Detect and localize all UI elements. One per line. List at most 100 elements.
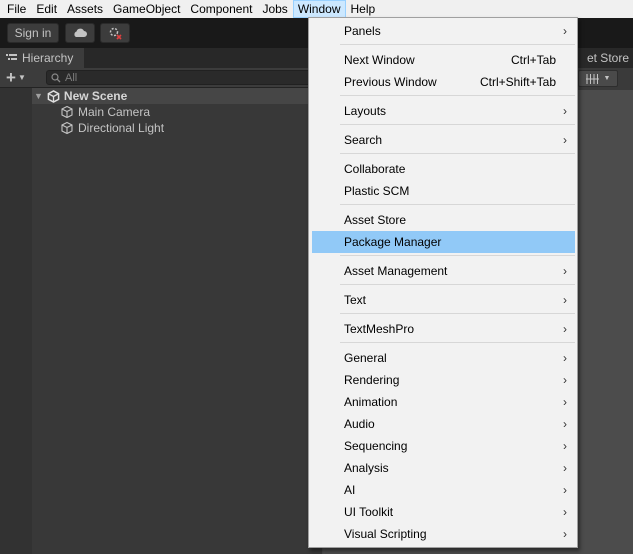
menu-item-label: Search <box>344 133 383 147</box>
menu-separator <box>340 255 575 256</box>
menu-item-label: Analysis <box>344 461 389 475</box>
chevron-right-icon: › <box>563 417 567 431</box>
menu-item-label: Layouts <box>344 104 387 118</box>
menu-separator <box>340 342 575 343</box>
cloud-icon <box>74 28 87 37</box>
tab-asset-store[interactable]: et Store <box>587 48 633 68</box>
grid-settings-button[interactable]: ▼ <box>578 70 618 87</box>
menu-item-label: Package Manager <box>344 235 442 249</box>
menu-item-plastic-scm[interactable]: Plastic SCM <box>312 180 575 202</box>
menu-item-visual-scripting[interactable]: Visual Scripting › <box>312 523 575 545</box>
menu-bar: File Edit Assets GameObject Component Jo… <box>0 0 633 18</box>
gameobject-cube-icon <box>61 121 73 135</box>
tab-hierarchy[interactable]: Hierarchy <box>0 48 84 68</box>
chevron-right-icon: › <box>563 322 567 336</box>
expand-triangle-icon[interactable]: ▼ <box>34 91 43 101</box>
unity-logo-icon <box>47 89 60 103</box>
menu-file[interactable]: File <box>0 0 31 18</box>
menu-item-general[interactable]: General › <box>312 347 575 369</box>
search-icon <box>51 72 61 82</box>
menu-item-asset-store[interactable]: Asset Store <box>312 209 575 231</box>
menu-gameobject[interactable]: GameObject <box>108 0 185 18</box>
menu-window[interactable]: Window <box>292 0 346 18</box>
hierarchy-search-input[interactable]: All <box>46 70 320 85</box>
tab-asset-store-label: et Store <box>586 51 629 65</box>
menu-item-label: Visual Scripting <box>344 527 427 541</box>
menu-item-ui-toolkit[interactable]: UI Toolkit › <box>312 501 575 523</box>
cloud-button[interactable] <box>65 23 95 43</box>
chevron-right-icon: › <box>563 264 567 278</box>
menu-item-label: AI <box>344 483 356 497</box>
chevron-right-icon: › <box>563 505 567 519</box>
hierarchy-tree: ▼ New Scene Main Camera Directional Ligh… <box>32 88 322 554</box>
collab-icon <box>109 27 122 40</box>
menu-item-ai[interactable]: AI › <box>312 479 575 501</box>
menu-item-label: Asset Management <box>344 264 448 278</box>
menu-separator <box>340 44 575 45</box>
menu-item-rendering[interactable]: Rendering › <box>312 369 575 391</box>
menu-separator <box>340 124 575 125</box>
list-icon <box>6 54 17 60</box>
menu-item-analysis[interactable]: Analysis › <box>312 457 575 479</box>
unity-editor: File Edit Assets GameObject Component Jo… <box>0 0 633 554</box>
menu-jobs[interactable]: Jobs <box>257 0 292 18</box>
menu-separator <box>340 313 575 314</box>
menu-item-label: Previous Window <box>344 75 437 89</box>
menu-item-asset-management[interactable]: Asset Management › <box>312 260 575 282</box>
menu-item-label: Collaborate <box>344 162 406 176</box>
menu-item-label: Panels <box>344 24 381 38</box>
menu-item-label: General <box>344 351 387 365</box>
tree-item-main-camera[interactable]: Main Camera <box>60 104 150 120</box>
chevron-right-icon: › <box>563 104 567 118</box>
chevron-right-icon: › <box>563 133 567 147</box>
menu-separator <box>340 95 575 96</box>
hierarchy-toolbar: + ▼ All <box>0 68 320 88</box>
chevron-right-icon: › <box>563 483 567 497</box>
menu-item-previous-window[interactable]: Previous Window Ctrl+Shift+Tab <box>312 71 575 93</box>
menu-item-label: Text <box>344 293 367 307</box>
menu-item-text[interactable]: Text › <box>312 289 575 311</box>
menu-item-label: Animation <box>344 395 398 409</box>
menu-item-textmeshpro[interactable]: TextMeshPro › <box>312 318 575 340</box>
tree-item-directional-light[interactable]: Directional Light <box>60 120 164 136</box>
menu-help[interactable]: Help <box>346 0 381 18</box>
menu-item-package-manager[interactable]: Package Manager <box>312 231 575 253</box>
menu-assets[interactable]: Assets <box>62 0 108 18</box>
chevron-right-icon: › <box>563 373 567 387</box>
menu-item-label: Audio <box>344 417 375 431</box>
menu-item-panels[interactable]: Panels › <box>312 20 575 42</box>
menu-item-label: Next Window <box>344 53 415 67</box>
menu-separator <box>340 153 575 154</box>
shortcut-label: Ctrl+Shift+Tab <box>479 75 556 89</box>
menu-edit[interactable]: Edit <box>31 0 62 18</box>
tree-item-label: Main Camera <box>78 105 151 119</box>
collab-button[interactable] <box>100 23 130 43</box>
menu-separator <box>340 204 575 205</box>
chevron-right-icon: › <box>563 24 567 38</box>
menu-item-label: Asset Store <box>344 213 407 227</box>
window-menu: Panels › Next Window Ctrl+Tab Previous W… <box>308 17 578 548</box>
menu-item-next-window[interactable]: Next Window Ctrl+Tab <box>312 49 575 71</box>
scene-name: New Scene <box>63 89 128 103</box>
menu-item-audio[interactable]: Audio › <box>312 413 575 435</box>
chevron-down-icon: ▼ <box>17 73 26 82</box>
shortcut-label: Ctrl+Tab <box>510 53 556 67</box>
menu-item-search[interactable]: Search › <box>312 129 575 151</box>
menu-item-layouts[interactable]: Layouts › <box>312 100 575 122</box>
chevron-right-icon: › <box>563 293 567 307</box>
sign-in-button[interactable]: Sign in <box>7 23 59 43</box>
menu-item-label: TextMeshPro <box>344 322 415 336</box>
menu-item-sequencing[interactable]: Sequencing › <box>312 435 575 457</box>
add-dropdown-button[interactable]: + ▼ <box>6 69 34 86</box>
menu-item-collaborate[interactable]: Collaborate <box>312 158 575 180</box>
menu-separator <box>340 284 575 285</box>
menu-item-label: Plastic SCM <box>344 184 410 198</box>
hierarchy-gutter <box>0 88 32 554</box>
tree-item-label: Directional Light <box>78 121 165 135</box>
menu-component[interactable]: Component <box>185 0 257 18</box>
menu-item-animation[interactable]: Animation › <box>312 391 575 413</box>
menu-item-label: Sequencing <box>344 439 408 453</box>
chevron-right-icon: › <box>563 527 567 541</box>
grid-icon <box>585 73 599 84</box>
scene-row[interactable]: ▼ New Scene <box>32 88 322 104</box>
